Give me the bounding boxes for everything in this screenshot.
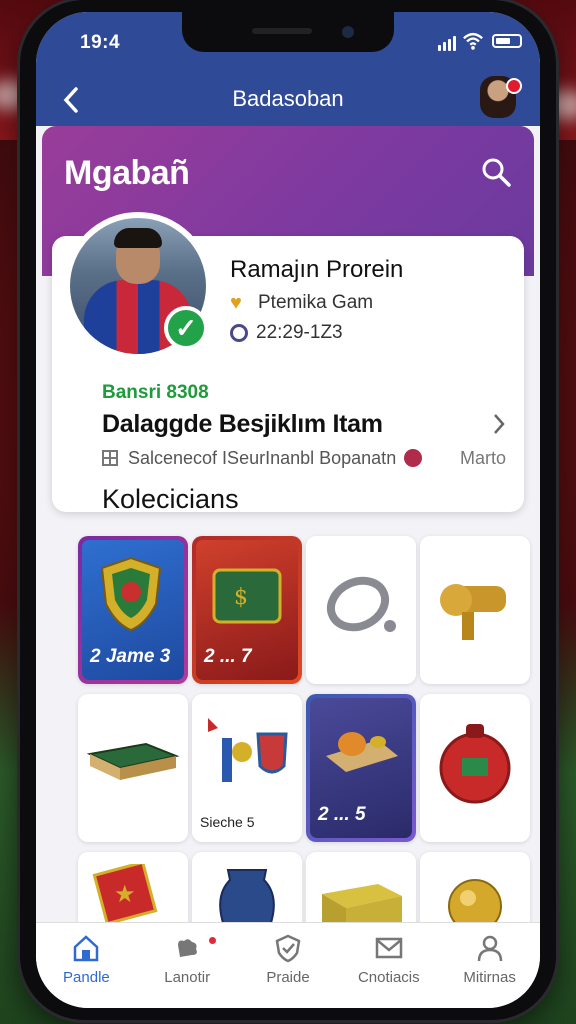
balance-label: Bansri 8308: [102, 382, 209, 403]
card-item: 2 Jame 3: [82, 540, 184, 680]
tab-label: Praide: [266, 969, 310, 986]
status-time: 19:4: [80, 32, 121, 53]
signal-icon: [438, 36, 456, 51]
book-icon: [86, 742, 180, 780]
golden-key-icon: [440, 584, 506, 640]
featured-item-subrow: Salcenecof ISeurInanbl Bopanatn Marto: [102, 446, 506, 470]
tile-caption: Sieche 5: [200, 814, 255, 830]
shield-icon: [230, 324, 248, 342]
tile-caption: 2 ... 7: [204, 646, 252, 667]
tab-trade[interactable]: Praide: [238, 923, 339, 1008]
mail-icon: [375, 937, 403, 959]
camera-icon: [342, 26, 354, 38]
search-icon[interactable]: [480, 156, 512, 188]
page-title: Mgabañ: [64, 154, 190, 192]
collection-tile[interactable]: [420, 694, 530, 842]
cash-box-icon: $: [212, 568, 282, 624]
grid-icon: [102, 450, 118, 466]
tab-home[interactable]: Pandle: [36, 923, 137, 1008]
tab-label: Pandle: [63, 969, 110, 986]
verified-check-icon: ✓: [164, 306, 208, 350]
card-item: $ 2 ... 7: [196, 540, 298, 680]
collections-heading: Kolecicians: [102, 484, 239, 514]
profile-name: Ramajın Prorein: [230, 256, 404, 283]
speaker-grille: [252, 28, 312, 34]
puzzle-icon: [178, 939, 198, 957]
wifi-icon: [463, 32, 483, 50]
app-screen: 19:4 Badasoban Mgabañ ✓ Ramajın Prorein …: [36, 12, 540, 1008]
featured-item-title[interactable]: Dalaggde Besjiklım Itam: [102, 410, 383, 439]
card-item: 2 ... 5: [310, 698, 412, 838]
phone-frame: 19:4 Badasoban Mgabañ ✓ Ramajın Prorein …: [20, 0, 556, 1020]
featured-item-subtitle: Salcenecof ISeurInanbl Bopanatn: [128, 447, 397, 468]
crest-icon: [100, 556, 162, 632]
tile-caption: 2 ... 5: [318, 804, 366, 825]
trophy-set-icon: [208, 718, 288, 782]
ring-icon: [326, 576, 396, 632]
nav-title: Badasoban: [232, 86, 344, 111]
svg-text:$: $: [234, 585, 248, 610]
profile-id-row: 22:29-1Z3: [230, 322, 343, 344]
bottom-tab-bar: Pandle Lanotir Praide Cnotiacis Mitirnas: [36, 922, 540, 1008]
collection-tile[interactable]: 2 Jame 3: [78, 536, 188, 684]
collection-tile[interactable]: Sieche 5: [192, 694, 302, 842]
badge-icon: [404, 449, 423, 467]
collection-tile[interactable]: [420, 536, 530, 684]
tab-label: Lanotir: [164, 969, 211, 986]
profile-id: 22:29-1Z3: [256, 322, 343, 343]
collection-tile[interactable]: $ 2 ... 7: [192, 536, 302, 684]
treasure-icon: [326, 732, 398, 772]
collection-tile[interactable]: [306, 536, 416, 684]
profile-role: Ptemika Gam: [258, 292, 374, 313]
red-medal-icon: [439, 724, 511, 804]
notch: [182, 12, 394, 52]
tab-messages[interactable]: Cnotiacis: [338, 923, 439, 1008]
svg-text:★: ★: [114, 881, 136, 908]
notification-badge: [506, 78, 522, 94]
chevron-right-icon[interactable]: [492, 412, 506, 443]
heart-icon: ♥: [230, 292, 242, 314]
collection-tile[interactable]: 2 ... 5: [306, 694, 416, 842]
navigation-bar: Badasoban: [36, 74, 540, 126]
person-icon: [477, 935, 502, 962]
notification-dot: [208, 937, 216, 944]
tile-caption: 2 Jame 3: [90, 646, 171, 667]
profile-role-row: ♥ Ptemika Gam: [230, 292, 373, 314]
collection-tile[interactable]: [78, 694, 188, 842]
profile-card: ✓ Ramajın Prorein ♥ Ptemika Gam 22:29-1Z…: [52, 212, 524, 514]
more-link[interactable]: Marto: [460, 448, 506, 469]
tab-label: Cnotiacis: [357, 969, 420, 986]
tab-profile[interactable]: Mitirnas: [439, 923, 540, 1008]
tab-activity[interactable]: Lanotir: [137, 923, 238, 1008]
player-hair-graphic: [114, 228, 162, 248]
tab-label: Mitirnas: [463, 969, 516, 986]
battery-icon: [492, 34, 522, 48]
shield-check-icon: [275, 934, 301, 963]
home-icon: [74, 935, 99, 962]
